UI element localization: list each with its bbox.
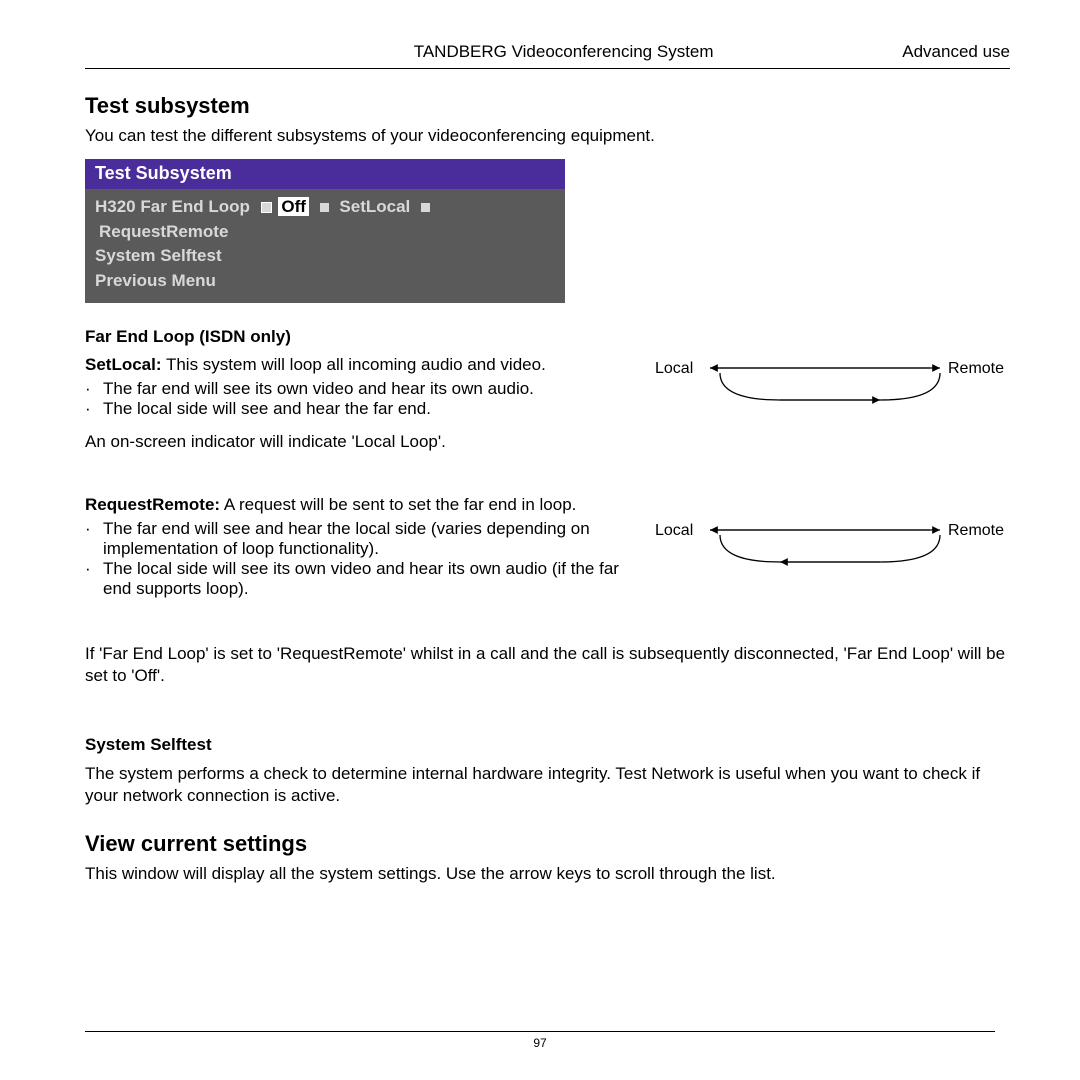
bullet-icon: · [85, 399, 95, 419]
menu-screenshot: Test Subsystem H320 Far End Loop Off Set… [85, 159, 565, 303]
loop-diagram-icon: Local Remote [650, 495, 1010, 585]
selftest-text: The system performs a check to determine… [85, 763, 1010, 807]
setlocal-label: SetLocal: [85, 355, 162, 374]
farend-heading: Far End Loop (ISDN only) [85, 327, 1010, 347]
menu-line-selftest: System Selftest [95, 244, 555, 269]
radio-icon [421, 203, 430, 212]
requestremote-label: RequestRemote: [85, 495, 220, 514]
requestremote-para: RequestRemote: A request will be sent to… [85, 495, 630, 515]
page-footer: 97 [0, 1031, 1080, 1050]
bullet-2a: The far end will see and hear the local … [103, 519, 630, 559]
menu-option-setlocal: SetLocal [339, 197, 410, 216]
list-item: · The local side will see and hear the fa… [85, 399, 630, 419]
loop-diagram-icon: Local Remote [650, 355, 1010, 445]
menu-h320-label: H320 Far End Loop [95, 197, 250, 216]
diagram-requestremote: Local Remote [650, 495, 1010, 585]
farend-note: If 'Far End Loop' is set to 'RequestRemo… [85, 643, 1010, 687]
view-settings-text: This window will display all the system … [85, 863, 1010, 885]
requestremote-text: A request will be sent to set the far en… [220, 495, 576, 514]
section-view-settings-title: View current settings [85, 831, 1010, 857]
menu-line-previous: Previous Menu [95, 269, 555, 294]
bullet-2b: The local side will see its own video an… [103, 559, 630, 599]
list-item: ·The local side will see its own video a… [85, 559, 630, 599]
test-subsystem-intro: You can test the different subsystems of… [85, 125, 1010, 147]
section-test-subsystem-title: Test subsystem [85, 93, 1010, 119]
bullet-1b: The local side will see and hear the far… [103, 399, 431, 419]
bullet-icon: · [85, 379, 95, 399]
menu-option-requestremote: RequestRemote [99, 222, 228, 241]
radio-selected-icon [261, 202, 272, 213]
header-center-title: TANDBERG Videoconferencing System [85, 42, 902, 62]
bullet-1a: The far end will see its own video and h… [103, 379, 534, 399]
setlocal-para: SetLocal: This system will loop all inco… [85, 355, 630, 375]
selftest-heading: System Selftest [85, 735, 1010, 755]
diagram-local-label: Local [655, 522, 693, 539]
localloop-indicator: An on-screen indicator will indicate 'Lo… [85, 431, 630, 453]
menu-title: Test Subsystem [85, 159, 565, 189]
page-number: 97 [533, 1036, 546, 1050]
bullet-icon: · [85, 519, 95, 559]
list-item: · The far end will see its own video and … [85, 379, 630, 399]
diagram-local-label: Local [655, 360, 693, 377]
menu-line-h320: H320 Far End Loop Off SetLocal RequestRe… [95, 195, 555, 244]
setlocal-text: This system will loop all incoming audio… [162, 355, 546, 374]
diagram-setlocal: Local Remote [650, 355, 1010, 445]
bullet-icon: · [85, 559, 95, 599]
menu-body: H320 Far End Loop Off SetLocal RequestRe… [85, 189, 565, 303]
radio-icon [320, 203, 329, 212]
header-right-title: Advanced use [902, 42, 1010, 62]
menu-option-off: Off [278, 197, 309, 216]
diagram-remote-label: Remote [948, 360, 1004, 377]
diagram-remote-label: Remote [948, 522, 1004, 539]
page-header: TANDBERG Videoconferencing System Advanc… [85, 42, 1010, 69]
list-item: ·The far end will see and hear the local… [85, 519, 630, 559]
